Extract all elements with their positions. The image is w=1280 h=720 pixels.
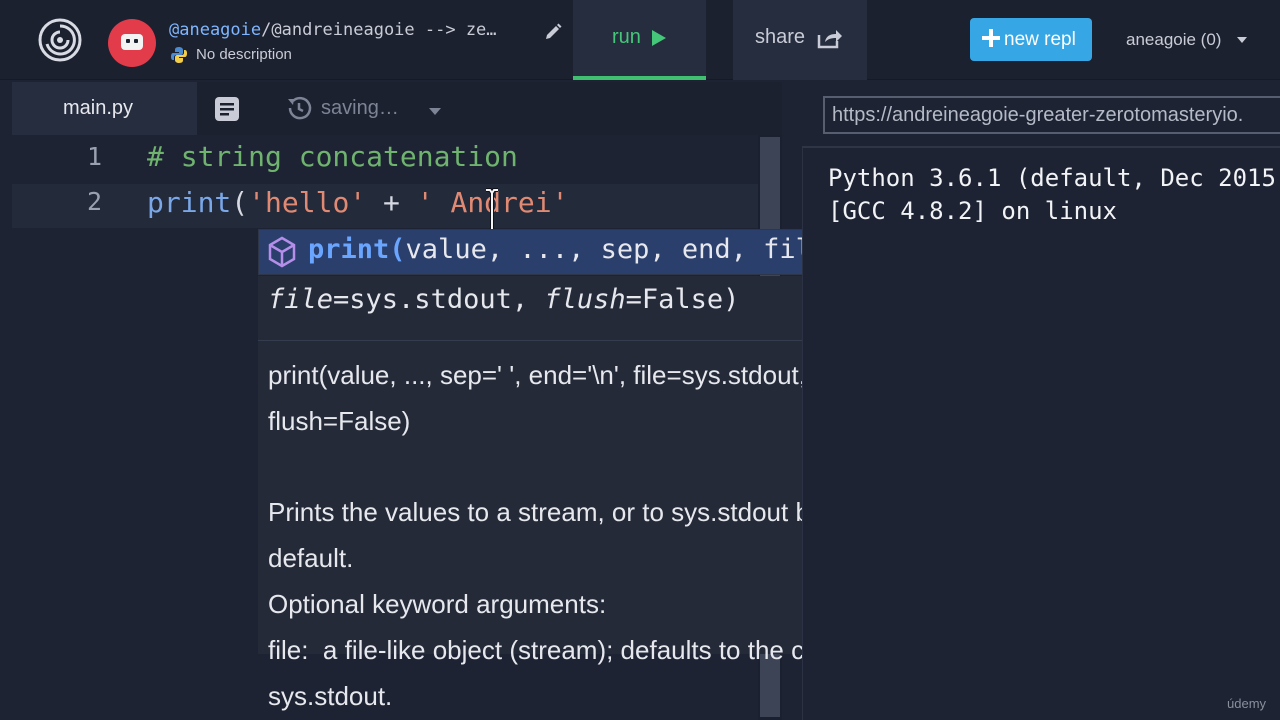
- signature-default: =sys.stdout,: [333, 284, 545, 315]
- chevron-down-icon[interactable]: [1237, 37, 1247, 43]
- autocomplete-match: print(: [308, 234, 406, 265]
- pencil-icon[interactable]: [543, 22, 563, 42]
- robot-eye-icon: [126, 39, 130, 43]
- signature-param: file: [268, 284, 334, 315]
- doc-line: Optional keyword arguments:: [268, 589, 607, 619]
- code-string: 'hello': [248, 186, 367, 219]
- share-icon[interactable]: [817, 27, 843, 49]
- robot-eye-icon: [134, 39, 138, 43]
- method-cube-icon: [268, 236, 296, 268]
- plus-icon[interactable]: [980, 27, 1002, 49]
- chevron-down-icon[interactable]: [429, 108, 441, 115]
- doc-line: default.: [268, 543, 354, 573]
- signature-param: flush: [544, 284, 626, 315]
- code-function: print: [147, 186, 232, 219]
- repl-description[interactable]: No description: [196, 46, 292, 63]
- code-line[interactable]: print('hello' + ' Andrei': [147, 186, 568, 219]
- console-output-line: Python 3.6.1 (default, Dec 2015,: [828, 164, 1280, 192]
- history-icon[interactable]: [285, 94, 313, 122]
- account-menu[interactable]: aneagoie (0): [1126, 30, 1221, 50]
- python-icon: [171, 47, 187, 63]
- code-paren: (: [231, 186, 249, 219]
- signature-default: =False): [625, 284, 740, 315]
- robot-face-icon: [121, 34, 143, 50]
- doc-line: Prints the values to a stream, or to sys…: [268, 497, 823, 527]
- code-line[interactable]: # string concatenation: [147, 140, 518, 173]
- signature-text: file=sys.stdout, flush=False): [268, 284, 739, 315]
- code-operator: +: [366, 186, 417, 219]
- save-status: saving…: [321, 97, 399, 119]
- doc-line: print(value, ..., sep=' ', end='\n', fil…: [268, 360, 806, 390]
- console-output-line: [GCC 4.8.2] on linux: [828, 197, 1117, 225]
- doc-line: flush=False): [268, 406, 411, 436]
- replit-logo-icon[interactable]: [38, 18, 82, 62]
- repl-avatar[interactable]: [108, 19, 156, 67]
- tab-main-py-label[interactable]: main.py: [63, 97, 133, 120]
- line-number: 1: [86, 142, 102, 171]
- code-comment: # string concatenation: [147, 140, 518, 173]
- repl-title[interactable]: @aneagoie/@andreineagoie --> ze…: [169, 20, 497, 40]
- repl-path-text: /@andreineagoie --> ze…: [261, 20, 497, 40]
- text-cursor-icon: [486, 188, 498, 234]
- doc-line: file: a file-like object (stream); defau…: [268, 635, 873, 665]
- udemy-watermark: údemy: [1227, 696, 1267, 711]
- run-button-label[interactable]: run: [612, 26, 641, 49]
- line-number: 2: [86, 187, 102, 216]
- play-icon[interactable]: [651, 29, 667, 47]
- share-button-label[interactable]: share: [755, 26, 805, 49]
- repl-owner-link[interactable]: @aneagoie: [169, 20, 261, 40]
- doc-line: sys.stdout.: [268, 681, 393, 711]
- files-icon[interactable]: [214, 96, 240, 122]
- repl-url-field[interactable]: https://andreineagoie-greater-zerotomast…: [823, 96, 1280, 134]
